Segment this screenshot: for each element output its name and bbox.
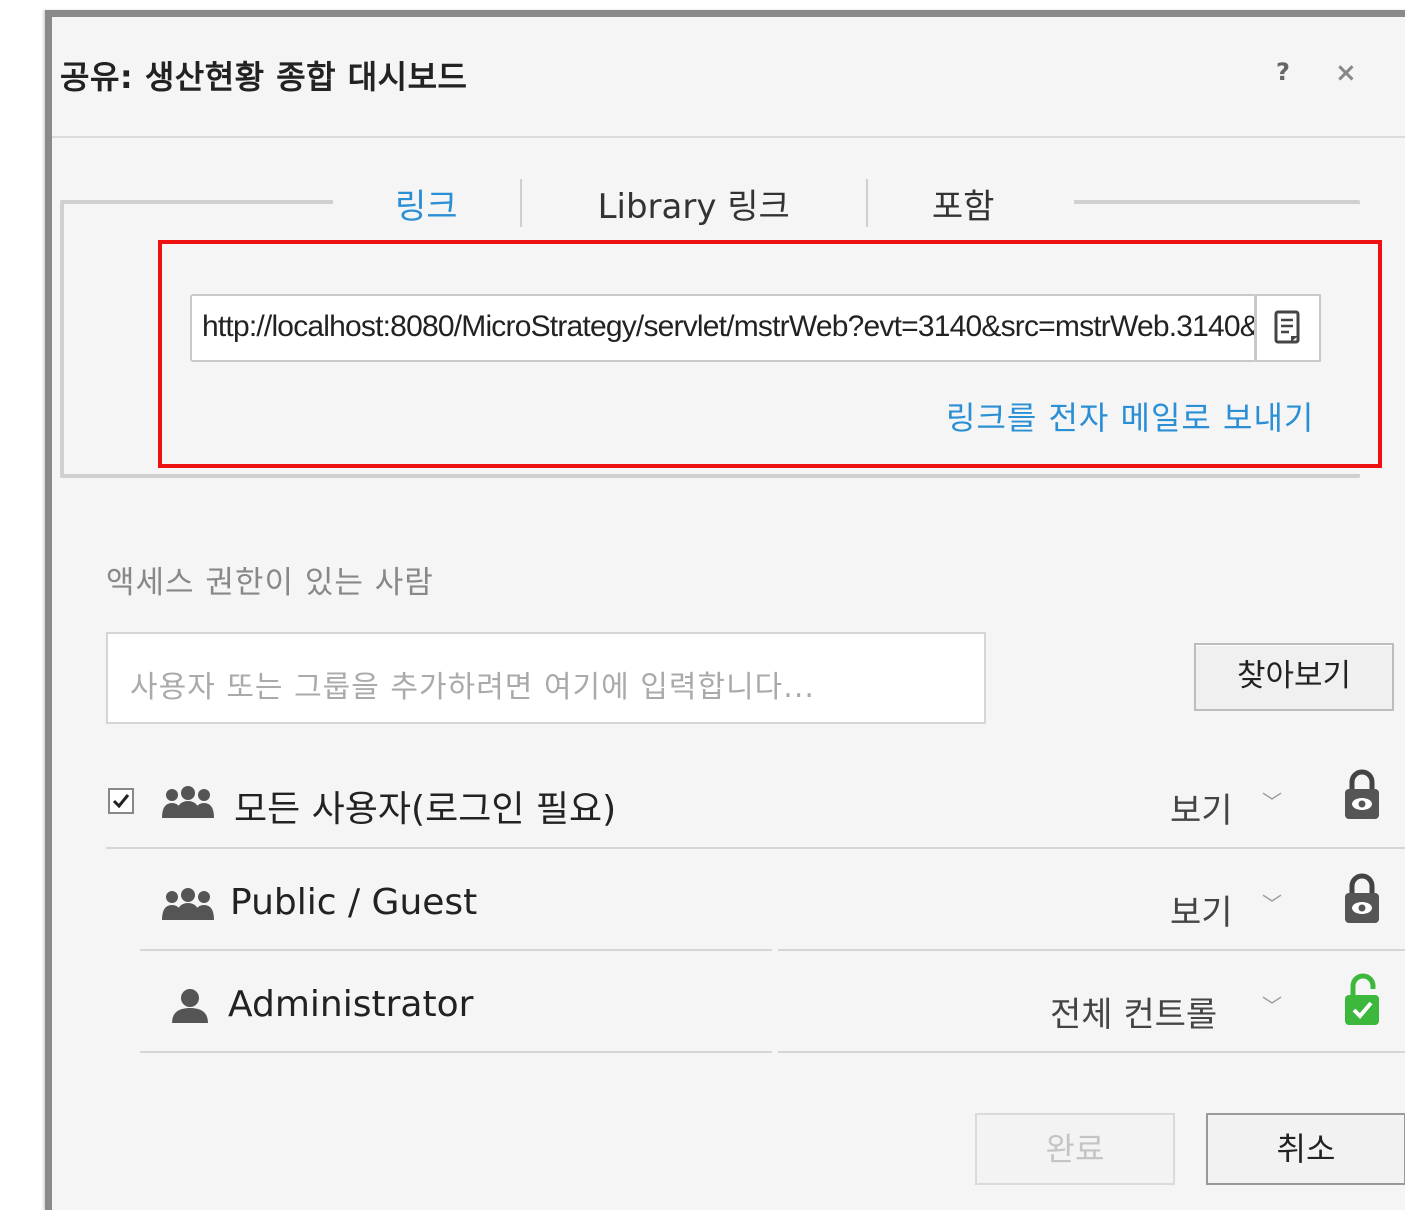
user-group-icon — [162, 786, 214, 818]
checkmark-icon — [112, 794, 130, 809]
chevron-down-icon[interactable]: ﹀ — [1262, 888, 1282, 917]
locked-eye-icon[interactable] — [1343, 872, 1381, 924]
dialog-title: 공유: 생산현황 종합 대시보드 — [60, 58, 468, 96]
row-divider — [140, 949, 772, 951]
share-tabs: 링크 Library 링크 포함 — [333, 178, 1075, 228]
locked-eye-icon[interactable] — [1343, 768, 1381, 820]
share-url-field[interactable]: http://localhost:8080/MicroStrategy/serv… — [190, 294, 1256, 362]
access-label: 액세스 권한이 있는 사람 — [106, 565, 434, 601]
user-name: Administrator — [228, 984, 474, 1025]
permission-select[interactable]: 보기 — [1170, 783, 1233, 832]
tab-link[interactable]: 링크 — [351, 179, 520, 228]
close-icon[interactable]: × — [1335, 58, 1357, 88]
user-name: Public / Guest — [230, 882, 478, 923]
tab-embed[interactable]: 포함 — [868, 179, 1057, 228]
done-button[interactable]: 완료 — [975, 1113, 1175, 1185]
cancel-button[interactable]: 취소 — [1206, 1113, 1405, 1185]
row-divider — [778, 1051, 1405, 1053]
unlocked-check-icon[interactable] — [1343, 972, 1383, 1026]
permission-select[interactable]: 전체 컨트롤 — [1050, 987, 1217, 1036]
add-user-input[interactable]: 사용자 또는 그룹을 추가하려면 여기에 입력합니다... — [106, 632, 986, 724]
user-name: 모든 사용자(로그인 필요) — [234, 789, 617, 830]
copy-link-button[interactable] — [1255, 294, 1321, 362]
copy-icon — [1274, 310, 1300, 344]
title-divider — [52, 136, 1405, 138]
chevron-down-icon[interactable]: ﹀ — [1262, 786, 1282, 815]
all-users-checkbox[interactable] — [108, 788, 134, 814]
browse-button[interactable]: 찾아보기 — [1194, 643, 1394, 711]
user-icon — [172, 989, 208, 1023]
permission-select[interactable]: 보기 — [1170, 885, 1233, 934]
row-divider — [140, 1051, 772, 1053]
help-icon[interactable]: ? — [1276, 58, 1290, 86]
row-divider — [778, 949, 1405, 951]
row-divider — [106, 847, 1405, 849]
email-link[interactable]: 링크를 전자 메일로 보내기 — [946, 393, 1314, 439]
chevron-down-icon[interactable]: ﹀ — [1262, 990, 1282, 1019]
tab-library-link[interactable]: Library 링크 — [522, 179, 866, 228]
user-group-icon — [162, 888, 214, 920]
